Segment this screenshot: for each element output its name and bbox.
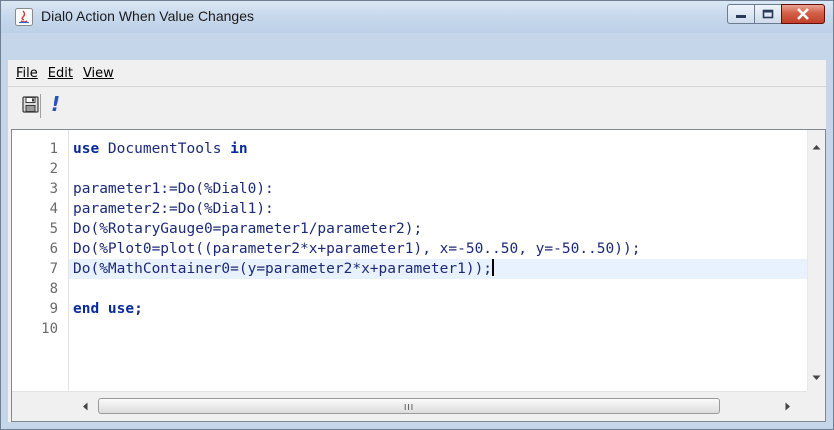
line-number: 10 <box>41 321 58 337</box>
scroll-up-icon[interactable] <box>812 144 821 150</box>
line-number: 4 <box>49 201 58 217</box>
save-icon[interactable] <box>22 96 39 113</box>
line-number: 6 <box>49 241 58 257</box>
code-line-9[interactable]: end use; <box>69 299 807 319</box>
editor-window: Dial0 Action When Value Changes File Edi… <box>0 0 834 430</box>
horizontal-scrollbar[interactable]: III <box>12 391 807 421</box>
toolbar: ! <box>8 92 826 124</box>
code-line-7-current[interactable]: Do(%MathContainer0=(y=parameter2*x+param… <box>69 259 807 279</box>
code-area[interactable]: use DocumentTools in parameter1:=Do(%Dia… <box>69 130 807 391</box>
maximize-button[interactable] <box>754 4 781 24</box>
code-text: Do(%RotaryGauge0=parameter1/parameter2); <box>73 221 423 237</box>
line-number: 8 <box>49 281 58 297</box>
java-app-icon <box>15 8 33 26</box>
keyword-use: use <box>73 141 100 157</box>
scroll-thumb[interactable]: III <box>98 398 720 414</box>
menu-edit-label: Edit <box>47 65 73 81</box>
menu-edit[interactable]: Edit <box>48 66 73 81</box>
vertical-scrollbar[interactable] <box>807 130 825 391</box>
minimize-button[interactable] <box>727 4 754 24</box>
code-line-3[interactable]: parameter1:=Do(%Dial0): <box>69 179 807 199</box>
code-line-6[interactable]: Do(%Plot0=plot((parameter2*x+parameter1)… <box>69 239 807 259</box>
code-line-4[interactable]: parameter2:=Do(%Dial1): <box>69 199 807 219</box>
toolbar-separator <box>40 94 41 118</box>
menu-bar: File Edit View <box>8 60 826 86</box>
code-text: Do(%Plot0=plot((parameter2*x+parameter1)… <box>73 241 641 257</box>
keyword-end-use: end use <box>73 301 135 317</box>
code-editor[interactable]: 1 2 3 4 5 6 7 8 9 10 use DocumentTools i… <box>11 129 826 422</box>
menu-view[interactable]: View <box>83 66 114 81</box>
code-line-5[interactable]: Do(%RotaryGauge0=parameter1/parameter2); <box>69 219 807 239</box>
code-text: DocumentTools <box>99 141 231 157</box>
keyword-in: in <box>230 141 248 157</box>
line-number: 5 <box>49 221 58 237</box>
line-number: 7 <box>49 261 58 277</box>
scroll-down-icon[interactable] <box>812 375 821 381</box>
menu-file[interactable]: File <box>16 66 38 81</box>
menu-file-label: File <box>16 65 38 81</box>
thumb-grip: III <box>404 403 415 412</box>
line-number: 1 <box>49 141 58 157</box>
code-text: Do(%MathContainer0=(y=parameter2*x+param… <box>73 261 493 277</box>
line-number-gutter: 1 2 3 4 5 6 7 8 9 10 <box>12 130 68 391</box>
title-bar[interactable]: Dial0 Action When Value Changes <box>1 1 833 33</box>
caption-buttons <box>727 4 825 24</box>
minimize-icon <box>736 15 746 18</box>
line-number: 9 <box>49 301 58 317</box>
close-icon <box>797 8 809 20</box>
code-text: parameter2:=Do(%Dial1): <box>73 201 274 217</box>
close-button[interactable] <box>781 4 825 24</box>
text-caret <box>492 259 495 276</box>
line-number: 3 <box>49 181 58 197</box>
menu-divider <box>8 86 826 87</box>
scroll-right-icon[interactable] <box>785 402 791 411</box>
maximize-icon <box>762 9 774 19</box>
scrollbar-corner <box>807 391 825 421</box>
line-number: 2 <box>49 161 58 177</box>
code-text: ; <box>134 301 143 317</box>
menu-view-label: View <box>82 65 114 81</box>
code-line-1[interactable]: use DocumentTools in <box>69 139 807 159</box>
code-text: parameter1:=Do(%Dial0): <box>73 181 274 197</box>
window-title: Dial0 Action When Value Changes <box>41 8 254 24</box>
execute-icon[interactable]: ! <box>51 92 60 116</box>
scroll-left-icon[interactable] <box>82 402 88 411</box>
